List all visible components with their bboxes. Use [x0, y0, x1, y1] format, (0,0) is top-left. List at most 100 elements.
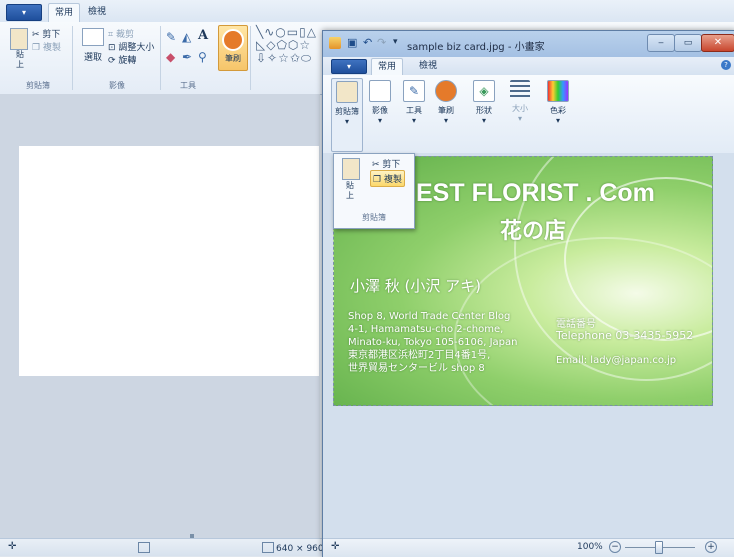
ribbon-clipboard-button[interactable]: 剪貼簿 ▾	[331, 78, 363, 152]
close-button[interactable]: ✕	[701, 34, 734, 52]
front-tab-view[interactable]: 檢視	[413, 58, 443, 75]
popup-cut-button[interactable]: ✂ 剪下	[372, 157, 400, 170]
ribbon-clipboard-label: 剪貼簿	[335, 107, 359, 116]
copy-icon: ❐	[32, 43, 41, 53]
ribbon-shapes-button[interactable]: ◈ 形狀 ▾	[469, 78, 499, 150]
cursor-position-icon: ✛	[331, 541, 340, 552]
front-status-bar: ✛ 100% − +	[323, 538, 734, 557]
back-tab-bar: ▾ 常用 檢視	[0, 0, 734, 23]
magnifier-icon[interactable]: ⚲	[198, 50, 207, 64]
back-blank-canvas[interactable]	[19, 146, 319, 376]
card-phone: Telephone 03-3435-5952	[556, 329, 694, 342]
card-name: 小澤 秋 (小沢 アキ)	[350, 277, 482, 295]
fill-icon[interactable]: ◭	[182, 30, 191, 44]
ribbon-shapes-label: 形狀	[476, 106, 492, 115]
copy-label: 複製	[42, 43, 61, 53]
front-paint-window: ▣ ↶ ↷ ▾ sample biz card.jpg - 小畫家 ‒ ▭ ✕ …	[322, 30, 734, 557]
back-clipboard-group-label: 剪貼簿	[26, 81, 50, 90]
address-line: 東京都港区浜松町2丁目4番1号,	[348, 350, 491, 361]
qat-dropdown-icon[interactable]: ▾	[393, 37, 398, 47]
cut-label: 剪下	[42, 30, 61, 40]
front-tab-home[interactable]: 常用	[371, 58, 404, 76]
back-resize-button[interactable]: ⊡ 調整大小	[108, 40, 154, 53]
menu-label: ▾	[21, 8, 26, 17]
tools-icon: ✎	[403, 80, 425, 102]
clipboard-popup: 貼上 ✂ 剪下 ❐ 複製 剪貼簿	[333, 153, 415, 229]
ribbon-tools-label: 工具	[406, 106, 422, 115]
pencil-icon[interactable]: ✎	[166, 30, 176, 44]
help-icon[interactable]: ?	[721, 60, 731, 70]
copy-label: 複製	[383, 175, 402, 185]
clipboard-icon	[336, 81, 358, 103]
crop-icon: ⌗	[108, 30, 114, 40]
text-tool-icon[interactable]: A	[198, 28, 208, 43]
card-phone-label: 電話番号	[556, 319, 596, 330]
paste-icon[interactable]	[10, 28, 28, 50]
save-icon[interactable]: ▣	[347, 36, 357, 49]
ribbon-brushes-label: 筆刷	[438, 106, 454, 115]
redo-icon[interactable]: ↷	[377, 36, 386, 49]
zoom-slider-thumb[interactable]	[655, 541, 663, 554]
rotate-icon: ⟳	[108, 56, 116, 66]
back-crop-button[interactable]: ⌗ 裁剪	[108, 27, 134, 40]
address-line: 世界貿易センタービル shop 8	[348, 363, 485, 374]
undo-icon[interactable]: ↶	[363, 36, 372, 49]
eraser-icon[interactable]: ◆	[166, 50, 175, 64]
paste-icon[interactable]	[342, 158, 360, 180]
select-icon[interactable]	[82, 28, 104, 46]
back-image-group-label: 影像	[109, 81, 125, 90]
front-tab-bar: ▾ 常用 檢視 ?	[323, 57, 734, 76]
back-tab-home[interactable]: 常用	[48, 3, 81, 22]
paint-app-icon	[329, 37, 341, 49]
ribbon-tools-button[interactable]: ✎ 工具 ▾	[399, 78, 429, 150]
shapes-gallery[interactable]: ╲∿○▭▯△ ◺◇⬠⬡☆ ⇩✧☆✩⬭	[256, 26, 317, 65]
address-line: Shop 8, World Trade Center Blog	[348, 311, 511, 322]
front-canvas-area: EST FLORIST . Com 花の店 小澤 秋 (小沢 アキ) Shop …	[323, 153, 734, 538]
scissors-icon: ✂	[372, 160, 380, 170]
minimize-button[interactable]: ‒	[647, 34, 675, 52]
brush-icon	[435, 80, 457, 102]
brush-icon	[222, 29, 244, 51]
ribbon-size-button[interactable]: 大小 ▾	[505, 78, 535, 150]
back-copy-button[interactable]: ❐ 複製	[32, 40, 61, 53]
popup-copy-button[interactable]: ❐ 複製	[370, 170, 405, 187]
address-line: 4-1, Hamamatsu-cho 2-chome,	[348, 324, 504, 335]
scissors-icon: ✂	[32, 30, 40, 40]
back-app-menu-button[interactable]: ▾	[6, 4, 42, 21]
picker-icon[interactable]: ✒	[182, 50, 192, 64]
crop-label: 裁剪	[115, 30, 134, 40]
separator	[250, 26, 251, 90]
back-brushes-button[interactable]: 筆刷	[218, 25, 248, 71]
front-app-menu-button[interactable]: ▾	[331, 59, 367, 74]
maximize-button[interactable]: ▭	[674, 34, 702, 52]
front-title-bar: ▣ ↶ ↷ ▾ sample biz card.jpg - 小畫家 ‒ ▭ ✕	[323, 31, 734, 57]
back-rotate-button[interactable]: ⟳ 旋轉	[108, 53, 136, 66]
copy-icon: ❐	[373, 175, 382, 185]
image-icon	[369, 80, 391, 102]
ribbon-colors-button[interactable]: 色彩 ▾	[543, 78, 573, 150]
separator	[160, 26, 161, 90]
zoom-out-button[interactable]: −	[609, 541, 621, 553]
size-icon	[510, 80, 530, 100]
back-tools-group-label: 工具	[180, 81, 196, 90]
ribbon-image-button[interactable]: 影像 ▾	[365, 78, 395, 150]
cursor-position-icon: ✛	[8, 541, 17, 552]
selection-size-icon	[138, 542, 150, 553]
back-select-button[interactable]: 選取	[84, 50, 102, 63]
back-paste-button[interactable]: 貼上	[16, 50, 28, 70]
ribbon-colors-label: 色彩	[550, 106, 566, 115]
zoom-in-button[interactable]: +	[705, 541, 717, 553]
cut-label: 剪下	[382, 160, 401, 170]
popup-paste-button[interactable]: 貼上	[346, 181, 358, 201]
back-tab-view[interactable]: 檢視	[82, 3, 112, 21]
rotate-label: 旋轉	[118, 56, 137, 66]
menu-label: ▾	[346, 62, 351, 71]
ribbon-brushes-button[interactable]: 筆刷 ▾	[431, 78, 461, 150]
card-address: Shop 8, World Trade Center Blog 4-1, Ham…	[348, 310, 517, 375]
back-cut-button[interactable]: ✂ 剪下	[32, 27, 60, 40]
resize-icon: ⊡	[108, 43, 116, 53]
card-email: Email: lady@japan.co.jp	[556, 355, 677, 366]
brushes-label: 筆刷	[225, 54, 241, 63]
front-ribbon: 剪貼簿 ▾ 影像 ▾ ✎ 工具 ▾ 筆刷 ▾ ◈ 形狀 ▾ 大小 ▾ 色彩 ▾	[323, 75, 734, 154]
card-title: EST FLORIST . Com	[416, 179, 655, 207]
